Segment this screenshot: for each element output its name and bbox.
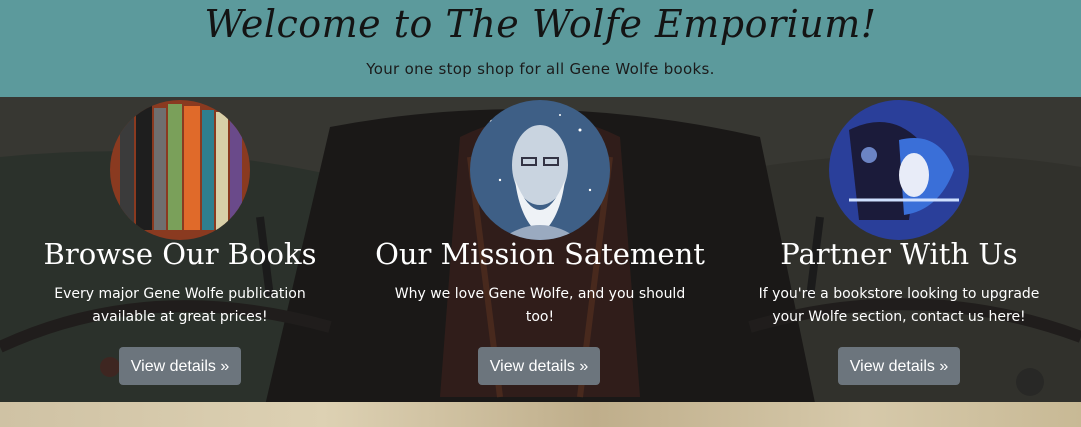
feature-mission-statement: Our Mission Satement Why we love Gene Wo… xyxy=(370,97,710,402)
hero-bottom-strip xyxy=(0,402,1081,427)
feature-partner: Partner With Us If you're a bookstore lo… xyxy=(729,97,1069,402)
feature-title: Our Mission Satement xyxy=(375,237,705,271)
feature-description: Every major Gene Wolfe publication avail… xyxy=(54,286,306,325)
site-header: Welcome to The Wolfe Emporium! Your one … xyxy=(0,0,1081,97)
site-title: Welcome to The Wolfe Emporium! xyxy=(204,2,877,46)
feature-description: If you're a bookstore looking to upgrade… xyxy=(758,286,1040,325)
feature-title: Browse Our Books xyxy=(43,237,317,271)
feature-browse-books: Browse Our Books Every major Gene Wolfe … xyxy=(10,97,350,402)
hero-section: Browse Our Books Every major Gene Wolfe … xyxy=(0,97,1081,427)
site-tagline: Your one stop shop for all Gene Wolfe bo… xyxy=(366,60,715,78)
view-details-button[interactable]: View details » xyxy=(838,347,960,385)
view-details-button[interactable]: View details » xyxy=(119,347,241,385)
view-details-button[interactable]: View details » xyxy=(478,347,600,385)
bookshelf-photo xyxy=(110,100,250,240)
feature-description: Why we love Gene Wolfe, and you should t… xyxy=(394,286,686,325)
gene-wolfe-portrait xyxy=(470,100,610,240)
illustration-art xyxy=(829,100,969,240)
feature-title: Partner With Us xyxy=(780,237,1018,271)
